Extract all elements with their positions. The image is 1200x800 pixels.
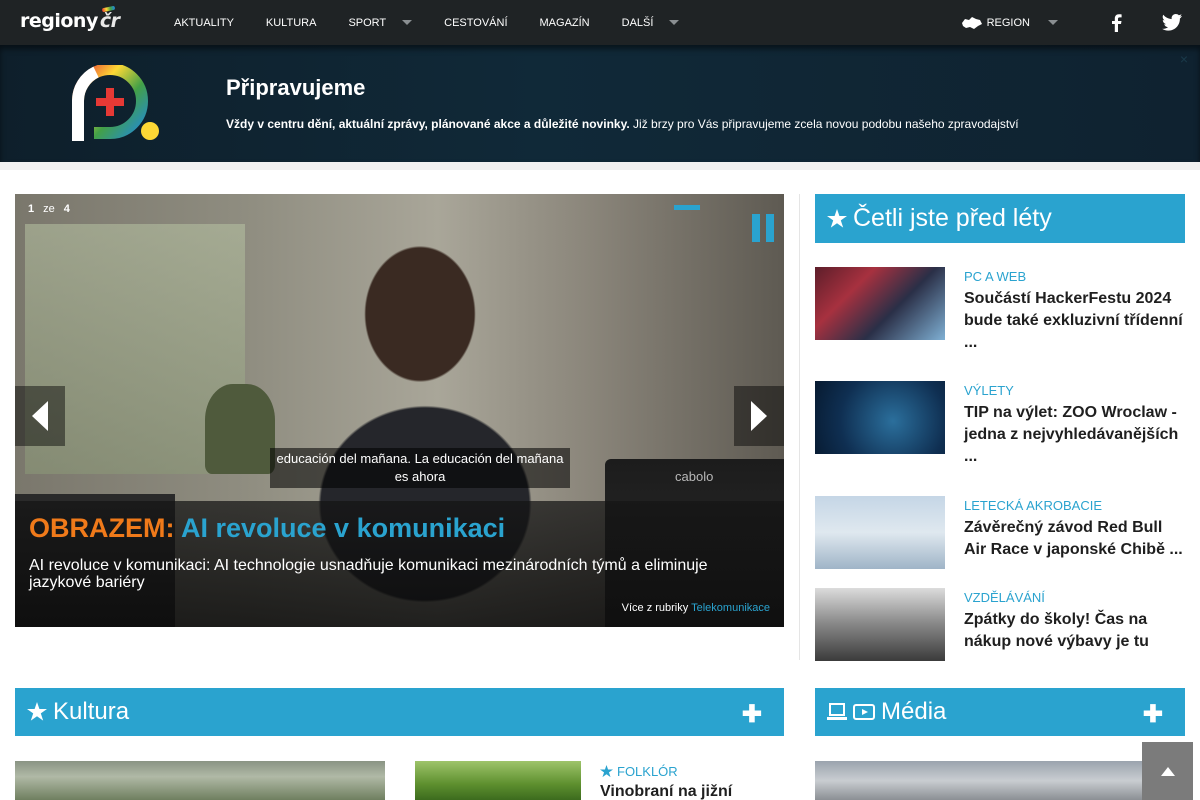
media-header: Média ✚ <box>815 688 1185 736</box>
category-link[interactable]: Telekomunikace <box>691 602 770 614</box>
nav-item-label: KULTURA <box>265 16 317 29</box>
list-item: LETECKÁ AKROBACIE Závěrečný závod Red Bu… <box>815 496 1185 569</box>
video-subtitle: educación del mañana. La educación del m… <box>270 448 570 488</box>
media-main-image[interactable] <box>815 761 1185 800</box>
region-label: REGION <box>986 16 1030 29</box>
laptop-icon <box>827 703 847 720</box>
scroll-to-top-button[interactable] <box>1142 742 1193 800</box>
slide-description: AI revoluce v komunikaci: AI technologie… <box>29 557 708 591</box>
site-logo[interactable]: regiony čr <box>20 10 120 32</box>
article-title[interactable]: Zpátky do školy! Čas na nákup nové výbav… <box>964 609 1186 653</box>
media-title[interactable]: Média <box>881 698 946 726</box>
expand-kultura-button[interactable]: ✚ <box>742 700 762 729</box>
star-icon <box>600 765 613 778</box>
read-before-title: Četli jste před léty <box>853 204 1052 232</box>
chevron-right-icon <box>751 401 767 431</box>
list-item: VZDĚLÁVÁNÍ Zpátky do školy! Čas na nákup… <box>815 588 1185 661</box>
czech-map-icon <box>961 16 982 29</box>
slide-caption: OBRAZEM: AI revoluce v komunikaci AI rev… <box>15 501 784 627</box>
slide-of: ze <box>43 203 55 215</box>
facebook-link[interactable] <box>1088 0 1144 45</box>
star-icon <box>827 208 847 228</box>
nav-item-label: CESTOVÁNÍ <box>444 16 508 29</box>
star-icon <box>27 702 47 721</box>
regiony-plus-logo <box>72 65 159 141</box>
article-thumbnail[interactable] <box>815 588 945 661</box>
nav-item-label: DALŠÍ <box>621 16 654 29</box>
slide-counter: 1 ze 4 <box>28 203 70 215</box>
nav-item-kultura[interactable]: KULTURA <box>250 0 333 45</box>
article-thumbnail[interactable] <box>815 267 945 340</box>
list-item: VÝLETY TIP na výlet: ZOO Wroclaw - jedna… <box>815 381 1185 465</box>
article-title[interactable]: Závěrečný závod Red Bull Air Race v japo… <box>964 517 1186 561</box>
kultura-title[interactable]: Kultura <box>53 698 129 726</box>
nav-right: REGION <box>961 0 1200 45</box>
pause-button[interactable] <box>752 214 774 242</box>
slide-title-prefix: OBRAZEM: <box>29 513 175 543</box>
banner-text-bold: Vždy v centru dění, aktuální zprávy, plá… <box>226 117 630 131</box>
article-thumbnail[interactable] <box>815 381 945 454</box>
article-category[interactable]: PC A WEB <box>964 269 1026 284</box>
article-title[interactable]: Součástí HackerFestu 2024 bude také exkl… <box>964 288 1186 354</box>
pause-icon-bar <box>752 214 760 242</box>
previous-slide-button[interactable] <box>15 386 65 446</box>
twitter-icon <box>1162 14 1182 31</box>
banner-title: Připravujeme <box>226 75 366 100</box>
main-menu: AKTUALITY KULTURA SPORT CESTOVÁNÍ MAGAZÍ… <box>158 0 695 45</box>
nav-item-sport[interactable]: SPORT <box>332 0 428 45</box>
twitter-link[interactable] <box>1144 0 1200 45</box>
expand-media-button[interactable]: ✚ <box>1143 700 1163 729</box>
list-item: PC A WEB Součástí HackerFestu 2024 bude … <box>815 267 1185 351</box>
article-category[interactable]: VZDĚLÁVÁNÍ <box>964 590 1045 605</box>
banner-text: Vždy v centru dění, aktuální zprávy, plá… <box>226 117 1019 131</box>
column-divider <box>799 194 800 660</box>
kultura-header: Kultura ✚ <box>15 688 784 736</box>
slide-title[interactable]: OBRAZEM: AI revoluce v komunikaci <box>29 513 505 544</box>
nav-item-cestovani[interactable]: CESTOVÁNÍ <box>428 0 523 45</box>
region-selector[interactable]: REGION <box>961 16 1058 30</box>
more-label: Více z rubriky <box>621 602 689 614</box>
slide-more: Více z rubriky Telekomunikace <box>622 602 770 614</box>
article-category-label: FOLKLÓR <box>617 764 678 779</box>
device-brand-text: cabolo <box>675 469 714 484</box>
nav-item-label: SPORT <box>348 16 387 29</box>
slide-progress-bar <box>674 205 700 210</box>
caret-down-icon <box>1048 20 1058 25</box>
slide-plant <box>205 384 275 474</box>
chevron-left-icon <box>32 401 48 431</box>
nav-item-magazin[interactable]: MAGAZÍN <box>524 0 606 45</box>
nav-item-label: AKTUALITY <box>174 16 234 29</box>
chevron-up-icon <box>1160 766 1175 776</box>
featured-slider: cabolo educación del mañana. La educació… <box>15 194 784 627</box>
next-slide-button[interactable] <box>734 386 784 446</box>
pause-icon-bar <box>766 214 774 242</box>
article-title[interactable]: Vinobraní na jižní <box>600 783 732 800</box>
caret-down-icon <box>669 20 680 25</box>
article-title[interactable]: TIP na výlet: ZOO Wroclaw - jedna z nejv… <box>964 402 1186 468</box>
nav-item-dalsi[interactable]: DALŠÍ <box>606 0 696 45</box>
article-thumbnail[interactable] <box>815 496 945 569</box>
kultura-main-image[interactable] <box>15 761 385 800</box>
slide-current: 1 <box>28 203 35 215</box>
article-category[interactable]: VÝLETY <box>964 383 1014 398</box>
article-category[interactable]: FOLKLÓR <box>600 764 678 779</box>
top-navigation: regiony čr AKTUALITY KULTURA SPORT CESTO… <box>0 0 1200 45</box>
kultura-article-thumbnail[interactable] <box>415 761 581 800</box>
logo-suffix: čr <box>99 10 120 32</box>
slide-total: 4 <box>63 203 70 215</box>
nav-item-aktuality[interactable]: AKTUALITY <box>158 0 250 45</box>
announcement-banner: Připravujeme Vždy v centru dění, aktuáln… <box>0 45 1200 162</box>
play-icon <box>853 704 875 720</box>
banner-close-button[interactable]: × <box>1180 51 1188 67</box>
slide-title-text: AI revoluce v komunikaci <box>180 513 506 543</box>
banner-text-rest: Již brzy pro Vás připravujeme zcela novo… <box>629 117 1019 131</box>
read-before-header: Četli jste před léty <box>815 194 1185 243</box>
logo-text: regiony <box>20 10 98 32</box>
caret-down-icon <box>402 20 413 25</box>
article-category[interactable]: LETECKÁ AKROBACIE <box>964 498 1102 513</box>
facebook-icon <box>1112 13 1122 32</box>
banner-separator <box>0 162 1200 170</box>
nav-item-label: MAGAZÍN <box>539 16 590 29</box>
